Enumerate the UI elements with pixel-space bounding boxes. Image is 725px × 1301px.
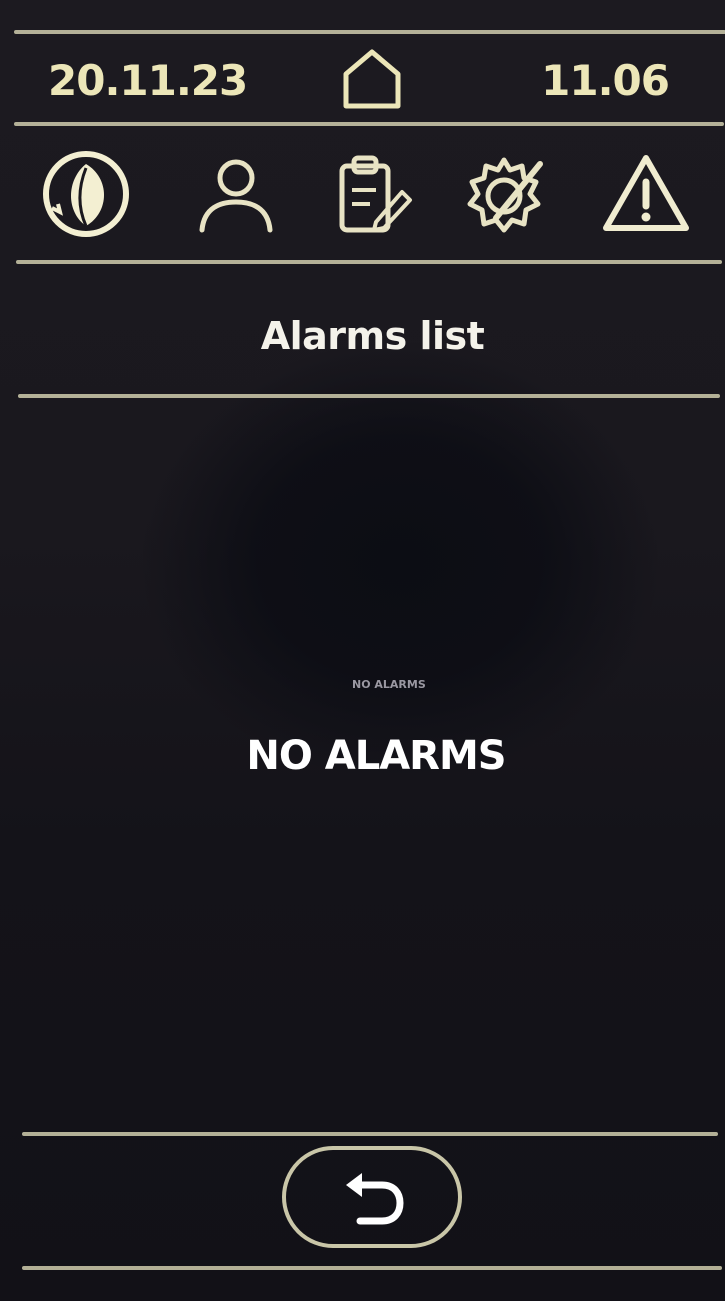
eco-mode-button[interactable]	[40, 148, 132, 240]
header-time: 11.06	[541, 56, 670, 105]
page-title: Alarms list	[260, 314, 485, 358]
report-button[interactable]	[326, 148, 418, 240]
toolbar-divider	[16, 260, 722, 264]
footer-divider	[22, 1132, 718, 1136]
gear-wrench-icon	[467, 157, 543, 233]
title-divider	[18, 394, 720, 398]
clipboard-edit-icon	[339, 155, 412, 233]
home-icon	[343, 49, 401, 109]
user-icon	[199, 159, 273, 233]
alarms-screen: 20.11.23 11.06 Alarms list NO ALARMS NO …	[0, 0, 725, 1301]
leaf-eco-icon	[43, 151, 129, 237]
header-date: 20.11.23	[48, 56, 248, 105]
settings-button[interactable]	[458, 148, 550, 240]
bottom-divider	[22, 1266, 722, 1270]
header-divider	[14, 122, 724, 126]
back-arrow-icon	[346, 1173, 404, 1225]
no-alarms-message: NO ALARMS	[246, 733, 506, 779]
user-button[interactable]	[190, 148, 282, 240]
home-button[interactable]	[340, 46, 404, 112]
top-divider	[14, 30, 725, 34]
back-button[interactable]	[282, 1146, 462, 1248]
warning-icon	[603, 155, 689, 231]
alarms-button[interactable]	[600, 148, 692, 240]
alarms-caption: NO ALARMS	[352, 678, 426, 691]
